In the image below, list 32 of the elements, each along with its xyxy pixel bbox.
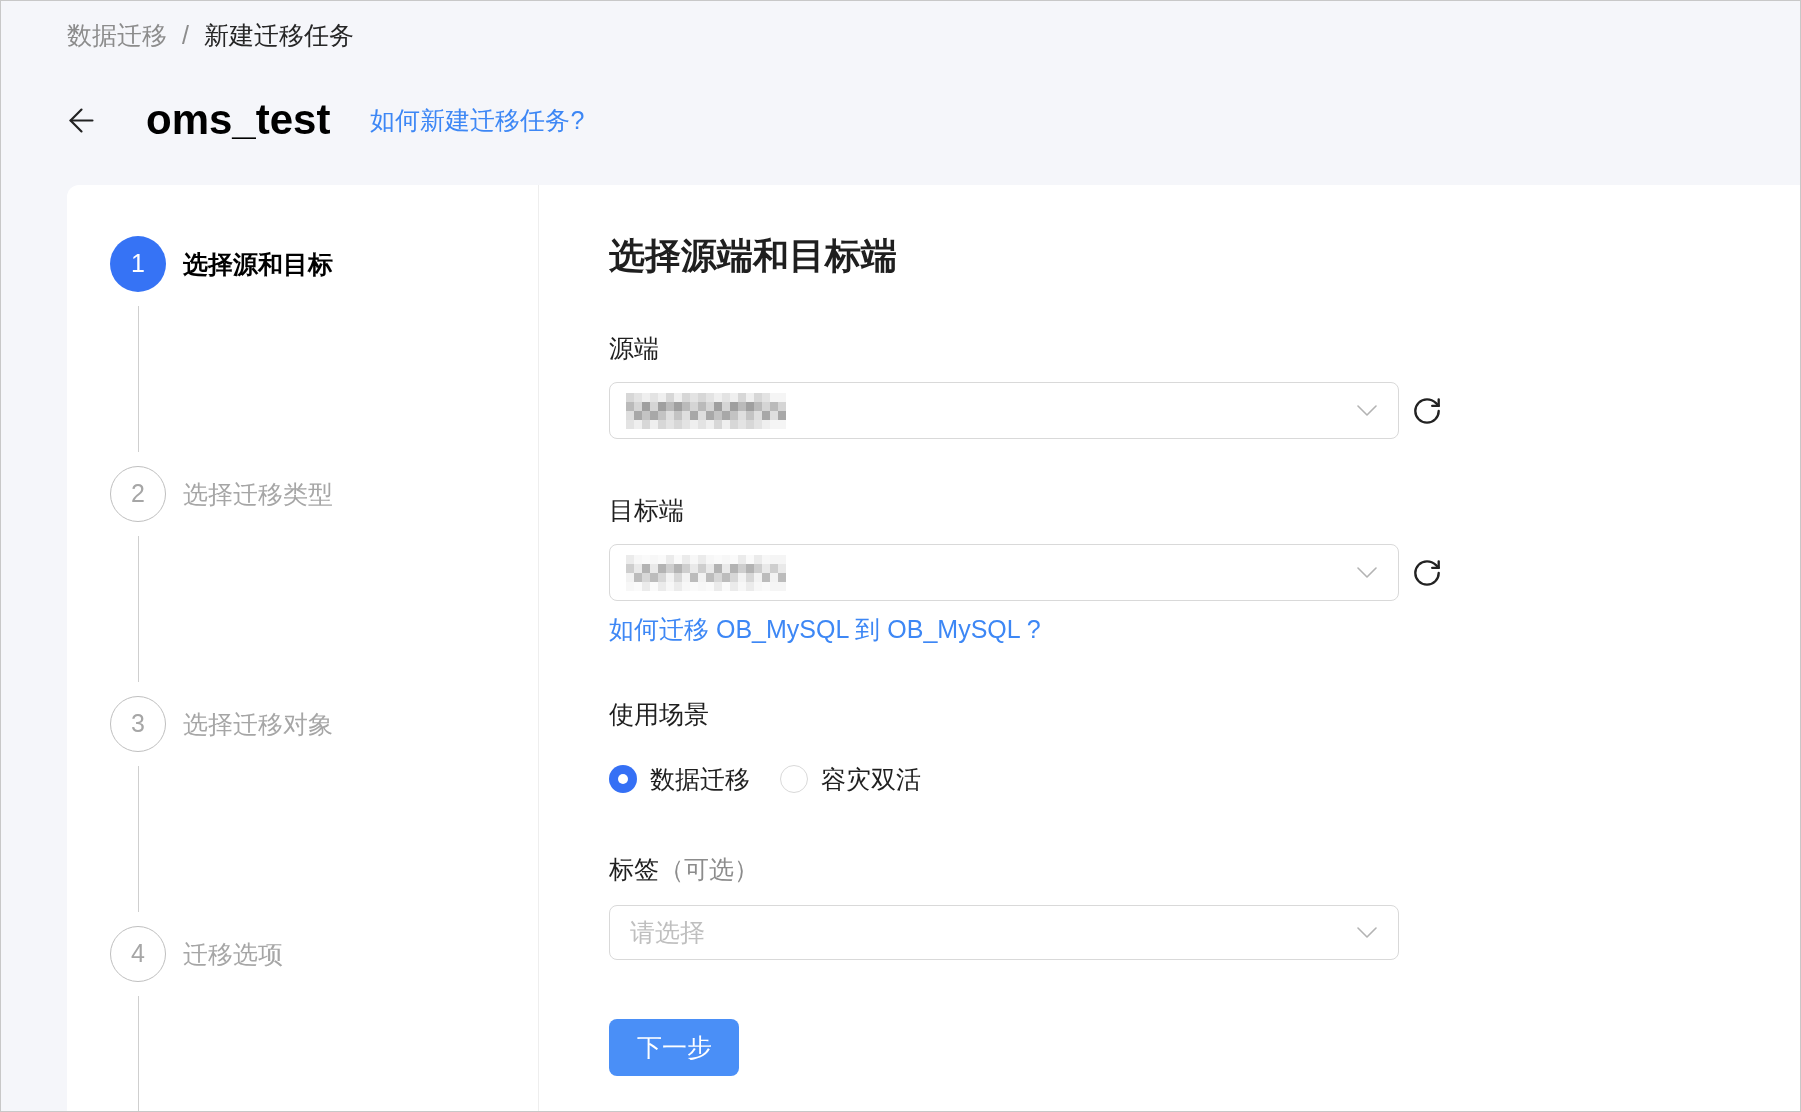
field-label: 源端 bbox=[609, 333, 659, 364]
step-number: 3 bbox=[110, 696, 166, 752]
step-number: 2 bbox=[110, 466, 166, 522]
radio-label: 数据迁移 bbox=[650, 764, 750, 795]
step-label: 选择迁移对象 bbox=[183, 709, 333, 740]
migration-help-link[interactable]: 如何迁移 OB_MySQL 到 OB_MySQL ? bbox=[609, 613, 1041, 645]
chevron-down-icon bbox=[1357, 567, 1377, 578]
field-label: 标签 bbox=[609, 854, 659, 885]
page-title: oms_test bbox=[146, 95, 331, 145]
breadcrumb-link[interactable]: 数据迁移 bbox=[67, 19, 167, 51]
step-label: 选择源和目标 bbox=[183, 249, 333, 280]
step-number: 1 bbox=[110, 236, 166, 292]
refresh-icon[interactable] bbox=[1414, 397, 1440, 424]
radio-button[interactable] bbox=[609, 765, 637, 793]
tag-select[interactable]: 请选择 bbox=[609, 905, 1399, 960]
chevron-down-icon bbox=[1357, 405, 1377, 416]
refresh-icon[interactable] bbox=[1414, 559, 1440, 586]
step-number: 4 bbox=[110, 926, 166, 982]
help-link[interactable]: 如何新建迁移任务? bbox=[370, 104, 585, 136]
chevron-down-icon bbox=[1357, 927, 1377, 938]
radio-label: 容灾双活 bbox=[821, 764, 921, 795]
breadcrumb-current: 新建迁移任务 bbox=[203, 20, 354, 51]
source-select[interactable] bbox=[609, 382, 1399, 439]
step-label: 迁移选项 bbox=[183, 939, 283, 970]
section-title: 选择源端和目标端 bbox=[609, 234, 897, 278]
breadcrumb-separator: / bbox=[182, 20, 189, 51]
radio-button[interactable] bbox=[780, 765, 808, 793]
optional-hint: （可选） bbox=[659, 854, 759, 885]
field-label: 使用场景 bbox=[609, 699, 709, 730]
field-label: 目标端 bbox=[609, 495, 684, 526]
next-button[interactable]: 下一步 bbox=[609, 1019, 739, 1076]
step-label: 选择迁移类型 bbox=[183, 479, 333, 510]
